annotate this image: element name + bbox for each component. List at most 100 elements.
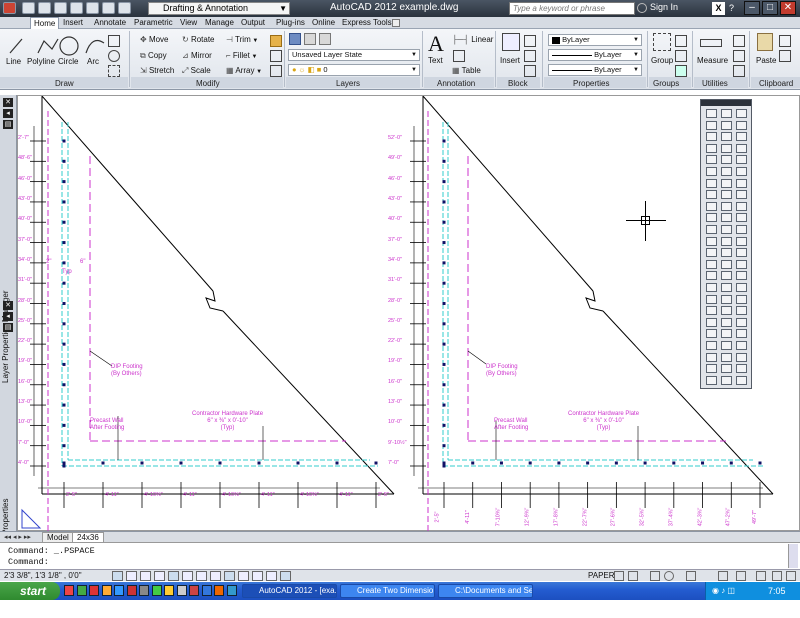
tool-button[interactable] bbox=[706, 283, 717, 292]
plot-icon[interactable] bbox=[86, 2, 99, 14]
tool-button[interactable] bbox=[736, 364, 747, 374]
tool-button[interactable] bbox=[721, 167, 732, 176]
drawing-canvas[interactable]: 2" 6" Typ DIP Footing (By Others) Precas… bbox=[17, 95, 800, 531]
quick-launch-icon[interactable] bbox=[189, 585, 199, 596]
text-icon[interactable]: A bbox=[428, 31, 444, 57]
select-all-icon[interactable] bbox=[733, 65, 745, 77]
lock-icon[interactable] bbox=[736, 571, 746, 581]
layer-state-icon[interactable] bbox=[319, 33, 331, 45]
tab-output[interactable]: Output bbox=[241, 17, 265, 29]
tool-button[interactable] bbox=[736, 375, 747, 385]
task-documents[interactable]: C:\Documents and Se... bbox=[438, 584, 533, 598]
isolate-objects-icon[interactable] bbox=[772, 571, 782, 581]
tool-button[interactable] bbox=[721, 317, 732, 327]
close-icon[interactable]: ✕ bbox=[3, 98, 13, 107]
app-menu-icon[interactable] bbox=[3, 2, 16, 14]
tool-button[interactable] bbox=[736, 143, 747, 153]
id-point-icon[interactable] bbox=[733, 50, 745, 62]
tool-button[interactable] bbox=[736, 178, 747, 188]
menu-icon[interactable]: ▤ bbox=[3, 323, 13, 332]
tool-button[interactable] bbox=[706, 225, 717, 234]
tool-button[interactable] bbox=[736, 352, 747, 362]
scale-button[interactable]: ⤢ Scale bbox=[182, 66, 211, 76]
tab-online[interactable]: Online bbox=[312, 17, 335, 29]
workspace-dropdown[interactable]: Drafting & Annotation ▼ bbox=[148, 2, 290, 15]
tab-express-tools[interactable]: Express Tools bbox=[342, 17, 392, 29]
annotation-scale-icon[interactable] bbox=[686, 571, 696, 581]
redo-icon[interactable] bbox=[118, 2, 131, 14]
tool-button[interactable] bbox=[721, 375, 732, 385]
tool-button[interactable] bbox=[706, 236, 717, 246]
quick-launch-icon[interactable] bbox=[89, 585, 99, 596]
tray-icons[interactable]: ◉ ♪ ◫ bbox=[712, 582, 735, 600]
quick-launch-icon[interactable] bbox=[139, 585, 149, 596]
help-icon[interactable]: ? bbox=[729, 3, 734, 13]
insert-block-icon[interactable] bbox=[502, 33, 520, 51]
layer-dropdown[interactable]: ● ☼ ◧ ■ 0 ▼ bbox=[288, 64, 420, 76]
group-edit-icon[interactable] bbox=[675, 50, 687, 62]
linetype-dropdown[interactable]: ByLayer ▼ bbox=[548, 49, 642, 61]
open-icon[interactable] bbox=[38, 2, 51, 14]
tool-button[interactable] bbox=[721, 341, 732, 350]
array-button[interactable]: ▦ Array ▼ bbox=[226, 66, 262, 75]
nav-arrows-icon[interactable]: ◂◂ ◂ ▸ ▸▸ bbox=[4, 533, 31, 541]
tool-button[interactable] bbox=[721, 259, 732, 269]
group-select-icon[interactable] bbox=[675, 65, 687, 77]
mirror-button[interactable]: ⊿ Mirror bbox=[182, 51, 212, 60]
tab-insert[interactable]: Insert bbox=[63, 17, 83, 29]
ribbon-toggle-icon[interactable] bbox=[392, 19, 400, 27]
tool-button[interactable] bbox=[706, 190, 717, 200]
tool-button[interactable] bbox=[736, 120, 747, 130]
tool-button[interactable] bbox=[721, 213, 732, 223]
tool-button[interactable] bbox=[706, 341, 717, 350]
edit-block-icon[interactable] bbox=[524, 50, 536, 62]
table-button[interactable]: ▦ Table bbox=[452, 66, 481, 75]
move-button[interactable]: ✥ Move bbox=[140, 35, 169, 44]
group-button[interactable]: Group bbox=[651, 56, 673, 65]
tool-button[interactable] bbox=[706, 178, 717, 188]
quick-launch-icon[interactable] bbox=[151, 585, 162, 596]
task-autocad[interactable]: AutoCAD 2012 - [exa... bbox=[242, 584, 337, 598]
tool-button[interactable] bbox=[706, 143, 717, 153]
tool-button[interactable] bbox=[736, 248, 747, 258]
arc-button[interactable]: Arc bbox=[87, 57, 99, 66]
tool-button[interactable] bbox=[706, 167, 717, 176]
trim-button[interactable]: ⊣ Trim ▼ bbox=[226, 35, 258, 44]
drafting-toggle-icon[interactable] bbox=[238, 571, 249, 581]
palette-grip[interactable] bbox=[701, 100, 751, 106]
sign-in-link[interactable]: Sign In bbox=[650, 2, 678, 12]
edit-attributes-icon[interactable] bbox=[524, 65, 536, 77]
drafting-toggle-icon[interactable] bbox=[126, 571, 137, 581]
tool-button[interactable] bbox=[706, 259, 717, 269]
fillet-button[interactable]: ⌐ Fillet ▼ bbox=[226, 51, 257, 60]
tool-button[interactable] bbox=[721, 201, 732, 211]
measure-button[interactable]: Measure bbox=[697, 56, 728, 65]
paste-button[interactable]: Paste bbox=[756, 56, 776, 65]
tool-button[interactable] bbox=[736, 317, 747, 327]
menu-icon[interactable]: ▤ bbox=[3, 120, 13, 129]
tool-button[interactable] bbox=[706, 375, 717, 385]
zoom-icon[interactable] bbox=[664, 571, 674, 581]
drafting-toggle-icon[interactable] bbox=[210, 571, 221, 581]
quick-launch-icon[interactable] bbox=[164, 585, 174, 596]
tool-button[interactable] bbox=[721, 329, 732, 339]
search-input[interactable]: Type a keyword or phrase bbox=[509, 2, 635, 15]
offset-icon[interactable] bbox=[270, 65, 282, 77]
tool-button[interactable] bbox=[706, 364, 717, 374]
drafting-toggle-icon[interactable] bbox=[196, 571, 207, 581]
paste-icon[interactable] bbox=[757, 33, 773, 51]
tool-button[interactable] bbox=[736, 109, 747, 118]
drafting-toggle-icon[interactable] bbox=[112, 571, 123, 581]
quick-launch-icon[interactable] bbox=[76, 585, 87, 596]
drafting-toggle-icon[interactable] bbox=[140, 571, 151, 581]
linear-button[interactable]: ├─┤ Linear bbox=[452, 35, 493, 44]
paper-space-toggle[interactable]: PAPER bbox=[588, 571, 615, 580]
copy-button[interactable]: ⧉ Copy bbox=[140, 51, 167, 61]
tool-button[interactable] bbox=[736, 306, 747, 316]
tool-button[interactable] bbox=[736, 155, 747, 165]
tool-button[interactable] bbox=[721, 306, 732, 316]
tool-button[interactable] bbox=[706, 201, 717, 211]
drafting-toggle-icon[interactable] bbox=[252, 571, 263, 581]
tool-button[interactable] bbox=[706, 271, 717, 281]
rectangle-icon[interactable] bbox=[108, 35, 120, 47]
